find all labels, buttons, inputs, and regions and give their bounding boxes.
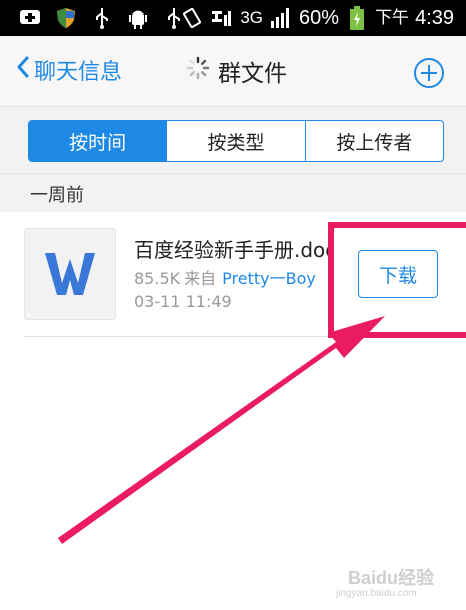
file-size: 85.5K [134, 269, 181, 288]
from-label: 来自 [184, 269, 217, 288]
sort-tabs-bar: 按时间 按类型 按上传者 [0, 107, 466, 173]
loading-spinner-icon [186, 56, 210, 86]
watermark: Baidu经验 jingyan.baidu.com [336, 564, 462, 604]
clock: 4:39 [415, 7, 454, 29]
file-name: 百度经验新手手册.doc [134, 238, 330, 262]
tab-by-time[interactable]: 按时间 [29, 121, 167, 161]
message-plus-icon [18, 6, 42, 30]
battery-percent: 60% [299, 7, 340, 29]
back-button[interactable]: 聊天信息 [16, 54, 122, 86]
watermark-logo: Baidu经验 [348, 568, 435, 588]
time-period: 下午 [375, 8, 410, 27]
system-indicators: 3G 60% 下午 4:39 [180, 4, 454, 32]
back-label: 聊天信息 [34, 60, 123, 85]
page-title: 群文件 [218, 61, 287, 87]
cell-signal-icon [269, 6, 293, 30]
uploader-link[interactable]: Pretty一Boy [222, 269, 316, 288]
section-label: 一周前 [30, 185, 84, 206]
word-document-icon [24, 228, 116, 320]
file-time: 03-11 11:49 [134, 292, 232, 311]
annotation-highlight-box [328, 222, 466, 338]
watermark-url: jingyan.baidu.com [336, 588, 417, 599]
sort-tabs: 按时间 按类型 按上传者 [28, 120, 444, 162]
title-bar: 聊天信息 群文件 [0, 36, 466, 107]
notification-icons [18, 6, 186, 30]
vibrate-icon [180, 6, 204, 30]
section-header: 一周前 [0, 173, 466, 213]
shield-icon [54, 6, 78, 30]
status-bar: 3G 60% 下午 4:39 [0, 0, 466, 36]
signal-icon [210, 6, 234, 30]
chevron-left-icon [16, 55, 30, 85]
file-meta: 85.5K 来自 Pretty一Boy [134, 265, 316, 289]
network-type: 3G [240, 8, 264, 27]
android-debug-icon [126, 6, 150, 30]
tab-by-type[interactable]: 按类型 [166, 121, 304, 161]
tab-by-uploader[interactable]: 按上传者 [304, 121, 443, 161]
add-button[interactable] [414, 58, 444, 88]
battery-charging-icon [345, 6, 369, 30]
page-title-group: 群文件 [186, 54, 287, 88]
usb-icon [90, 6, 114, 30]
